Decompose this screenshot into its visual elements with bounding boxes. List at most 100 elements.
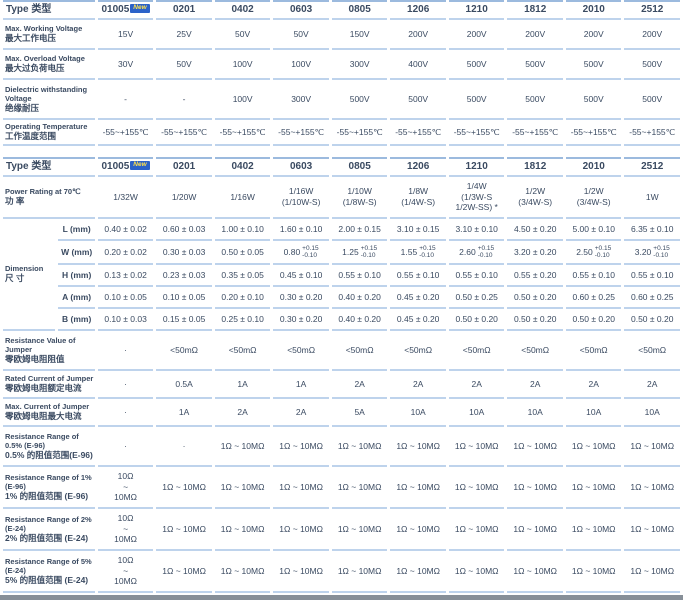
- column-header-1210: 1210: [448, 157, 505, 177]
- spec-cell: 0.30 ± 0.20: [273, 309, 329, 331]
- spec-cell: 10A: [565, 399, 622, 427]
- spec-cell: 10A: [624, 399, 680, 427]
- spec-cell: 0.13 ± 0.02: [97, 265, 154, 287]
- spec-cell: 1.60 ± 0.10: [273, 219, 329, 241]
- spec-cell: -55~+155℃: [448, 120, 505, 146]
- spec-cell: 100V: [214, 80, 271, 120]
- power-dimension-spec-table-body: Type 类型 01005 New 0201 0402 0603 0805 1206 1210 1…: [3, 157, 680, 593]
- spec-cell: 1Ω ~ 10MΩ: [214, 551, 271, 593]
- spec-cell: 1/2W (3/4W-S): [565, 177, 622, 219]
- spec-cell: 1Ω ~ 10MΩ: [390, 427, 446, 467]
- spec-cell: 0.55 ± 0.10: [624, 265, 680, 287]
- spec-cell: 3.10 ± 0.10: [448, 219, 505, 241]
- column-header-2010: 2010: [565, 157, 622, 177]
- spec-row: Rated Current of Jumper 零欧姆电阻额定电流 · 0.5A 1A 1…: [3, 371, 680, 399]
- spec-cell: 1Ω ~ 10MΩ: [507, 509, 563, 551]
- spec-cell: 0.60 ± 0.25: [565, 287, 622, 309]
- spec-cell: -55~+155℃: [156, 120, 212, 146]
- spec-cell: 300V: [331, 50, 388, 80]
- spec-cell: 6.35 ± 0.10: [624, 219, 680, 241]
- spec-cell: 10Ω ~10MΩ: [97, 509, 154, 551]
- spec-cell: 1Ω ~ 10MΩ: [624, 467, 680, 509]
- spec-row: Max. Working Voltage 最大工作电压 15V 25V 50V 50V 15…: [3, 20, 680, 50]
- spec-cell: 2A: [565, 371, 622, 399]
- spec-cell: 1W: [624, 177, 680, 219]
- spec-cell: ·: [97, 399, 154, 427]
- section-divider-bar: [0, 595, 683, 600]
- spec-cell: 3.20 ± 0.20: [507, 241, 563, 265]
- spec-cell: 1Ω ~ 10MΩ: [565, 509, 622, 551]
- spec-cell: 1Ω ~ 10MΩ: [331, 467, 388, 509]
- spec-row: Resistance Range of 1% (E-96) 1% 的阻值范围 (E…: [3, 467, 680, 509]
- spec-cell: 200V: [624, 20, 680, 50]
- spec-cell: 10Ω ~10MΩ: [97, 551, 154, 593]
- dimension-row: H (mm) 0.13 ± 0.02 0.23 ± 0.03 0.35 ± 0.05 0…: [3, 265, 680, 287]
- spec-cell: 500V: [507, 80, 563, 120]
- spec-cell: -55~+155℃: [331, 120, 388, 146]
- spec-cell: 30V: [97, 50, 154, 80]
- spec-cell: 0.5A: [156, 371, 212, 399]
- row-label: Operating Temperature 工作温度范围: [3, 120, 95, 146]
- spec-cell: 0.10 ± 0.05: [156, 287, 212, 309]
- column-header-0201: 0201: [156, 157, 212, 177]
- spec-cell: 1.00 ± 0.10: [214, 219, 271, 241]
- spec-cell: 1Ω ~ 10MΩ: [624, 509, 680, 551]
- spec-cell: 25V: [156, 20, 212, 50]
- spec-cell: 0.40 ± 0.02: [97, 219, 154, 241]
- spec-cell: 2.50 +0.15 -0.10: [565, 241, 622, 265]
- spec-cell: 100V: [273, 50, 329, 80]
- spec-cell: 1Ω ~ 10MΩ: [390, 467, 446, 509]
- spec-cell: 10A: [507, 399, 563, 427]
- column-header-01005: 01005 New: [97, 157, 154, 177]
- row-label: Power Rating at 70℃ 功 率: [3, 177, 95, 219]
- spec-cell: 0.45 ± 0.20: [390, 287, 446, 309]
- spec-cell: 500V: [448, 50, 505, 80]
- spec-cell: 1Ω ~ 10MΩ: [214, 427, 271, 467]
- spec-cell: 0.35 ± 0.05: [214, 265, 271, 287]
- spec-cell: 4.50 ± 0.20: [507, 219, 563, 241]
- spec-cell: 2A: [448, 371, 505, 399]
- spec-cell: 500V: [624, 50, 680, 80]
- spec-cell: 1Ω ~ 10MΩ: [448, 467, 505, 509]
- spec-cell: 1Ω ~ 10MΩ: [331, 427, 388, 467]
- column-header-0402: 0402: [214, 0, 271, 20]
- row-label: Resistance Value of Jumper 零欧姆电阻阻值: [3, 331, 95, 371]
- spec-row: Dielectric withstanding Voltage 绝缘耐压 - -100…: [3, 80, 680, 120]
- dimension-row: B (mm) 0.10 ± 0.03 0.15 ± 0.05 0.25 ± 0.10 0…: [3, 309, 680, 331]
- spec-cell: 1/16W (1/10W-S): [273, 177, 329, 219]
- spec-cell: 0.50 ± 0.20: [507, 287, 563, 309]
- spec-cell: 10A: [390, 399, 446, 427]
- spec-cell: 500V: [624, 80, 680, 120]
- spec-cell: 3.20 +0.15 -0.10: [624, 241, 680, 265]
- spec-cell: 1Ω ~ 10MΩ: [156, 551, 212, 593]
- spec-cell: <50mΩ: [507, 331, 563, 371]
- row-label: Resistance Range of 5% (E-24) 5% 的阻值范围 (E…: [3, 551, 95, 593]
- row-label: Resistance Range of 2% (E-24) 2% 的阻值范围 (E…: [3, 509, 95, 551]
- column-header-0201: 0201: [156, 0, 212, 20]
- spec-cell: 1Ω ~ 10MΩ: [273, 427, 329, 467]
- spec-cell: 1Ω ~ 10MΩ: [273, 467, 329, 509]
- spec-cell: 1/8W (1/4W-S): [390, 177, 446, 219]
- spec-cell: 1Ω ~ 10MΩ: [273, 551, 329, 593]
- spec-cell: 0.55 ± 0.10: [565, 265, 622, 287]
- spec-cell: <50mΩ: [390, 331, 446, 371]
- column-header-0805: 0805: [331, 0, 388, 20]
- spec-cell: 0.15 ± 0.05: [156, 309, 212, 331]
- spec-cell: 1Ω ~ 10MΩ: [331, 551, 388, 593]
- spec-row: Max. Overload Voltage 最大过负荷电压 30V 50V 100V 10…: [3, 50, 680, 80]
- spec-cell: 1Ω ~ 10MΩ: [448, 427, 505, 467]
- spec-cell: 0.23 ± 0.03: [156, 265, 212, 287]
- spec-cell: <50mΩ: [331, 331, 388, 371]
- spec-cell: 0.60 ± 0.03: [156, 219, 212, 241]
- spec-cell: 1Ω ~ 10MΩ: [507, 427, 563, 467]
- power-dimension-spec-table: Type 类型 01005 New 0201 0402 0603 0805 1206 1210 1…: [0, 157, 683, 593]
- spec-cell: 0.40 ± 0.20: [331, 309, 388, 331]
- header-row: Type 类型 01005 New 0201 0402 0603 0805 1206 1210 1…: [3, 0, 680, 20]
- spec-cell: 1Ω ~ 10MΩ: [390, 509, 446, 551]
- spec-cell: 500V: [331, 80, 388, 120]
- spec-cell: 0.50 ± 0.20: [624, 309, 680, 331]
- spec-cell: 1/4W (1/3W-S 1/2W-SS) *: [448, 177, 505, 219]
- spec-cell: <50mΩ: [448, 331, 505, 371]
- spec-cell: 1Ω ~ 10MΩ: [565, 427, 622, 467]
- spec-cell: -55~+155℃: [97, 120, 154, 146]
